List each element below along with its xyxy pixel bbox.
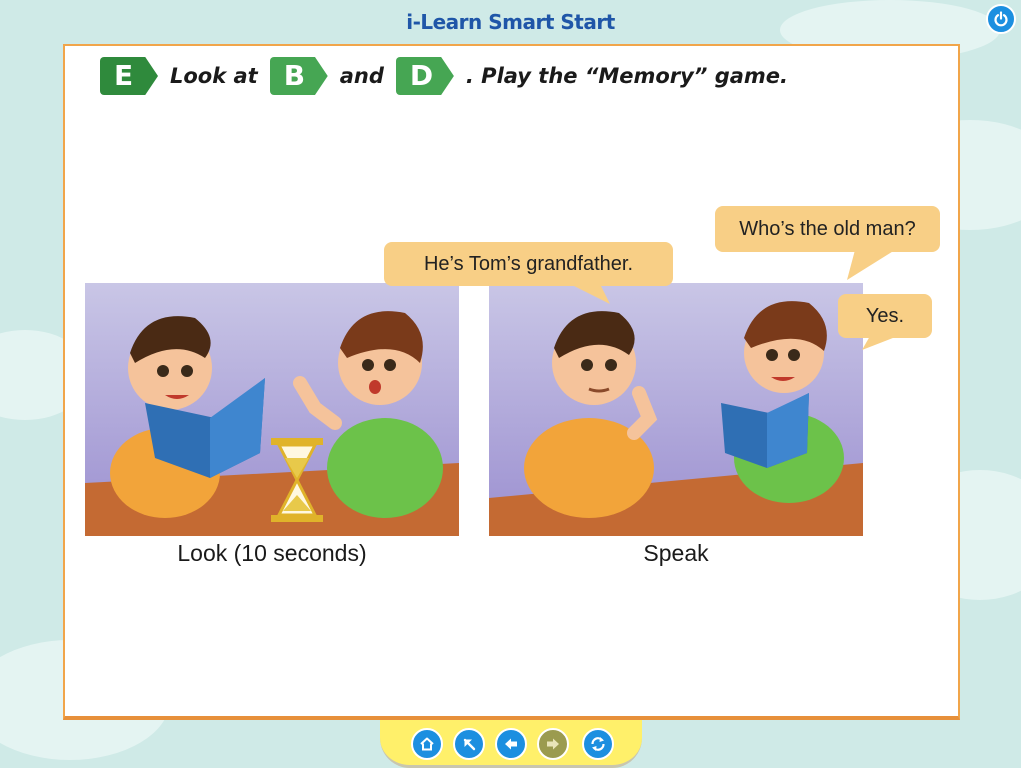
arrow-right-icon bbox=[547, 738, 559, 750]
speech-bubble-question: Who’s the old man? bbox=[715, 206, 940, 252]
bubble-text: He’s Tom’s grandfather. bbox=[423, 252, 633, 275]
bubble-tail bbox=[862, 336, 898, 350]
speech-bubble-grandfather: He’s Tom’s grandfather. bbox=[384, 242, 673, 286]
home-icon bbox=[420, 737, 434, 751]
home-button[interactable] bbox=[411, 728, 443, 760]
look-illustration bbox=[85, 283, 459, 536]
reference-tag-b: B bbox=[269, 57, 328, 95]
arrow-left-icon bbox=[505, 738, 517, 750]
bubble-text: Who’s the old man? bbox=[739, 217, 916, 240]
app-title: i-Learn Smart Start bbox=[406, 10, 615, 34]
instruction-text: Look at bbox=[170, 64, 258, 88]
exercise-instruction: E Look at B and D . Play the “Memory” ga… bbox=[100, 56, 788, 96]
bubble-tail bbox=[847, 250, 895, 280]
instruction-text: . Play the “Memory” game. bbox=[465, 64, 788, 88]
refresh-icon bbox=[591, 737, 605, 751]
refresh-button[interactable] bbox=[582, 728, 614, 760]
previous-button[interactable] bbox=[495, 728, 527, 760]
arrow-up-left-icon bbox=[463, 738, 476, 751]
bubble-text: Yes. bbox=[865, 304, 905, 327]
next-button[interactable] bbox=[537, 728, 569, 760]
reference-tag-d: D bbox=[395, 57, 454, 95]
bubble-tail bbox=[570, 284, 610, 304]
power-button[interactable] bbox=[986, 4, 1016, 34]
back-to-menu-button[interactable] bbox=[453, 728, 485, 760]
speak-caption: Speak bbox=[643, 540, 709, 566]
speech-bubble-yes: Yes. bbox=[838, 294, 932, 338]
exercise-letter-tag: E bbox=[100, 57, 158, 95]
instruction-text: and bbox=[339, 64, 384, 88]
power-icon bbox=[994, 11, 1008, 27]
look-caption: Look (10 seconds) bbox=[177, 540, 367, 566]
speak-illustration bbox=[489, 283, 863, 536]
